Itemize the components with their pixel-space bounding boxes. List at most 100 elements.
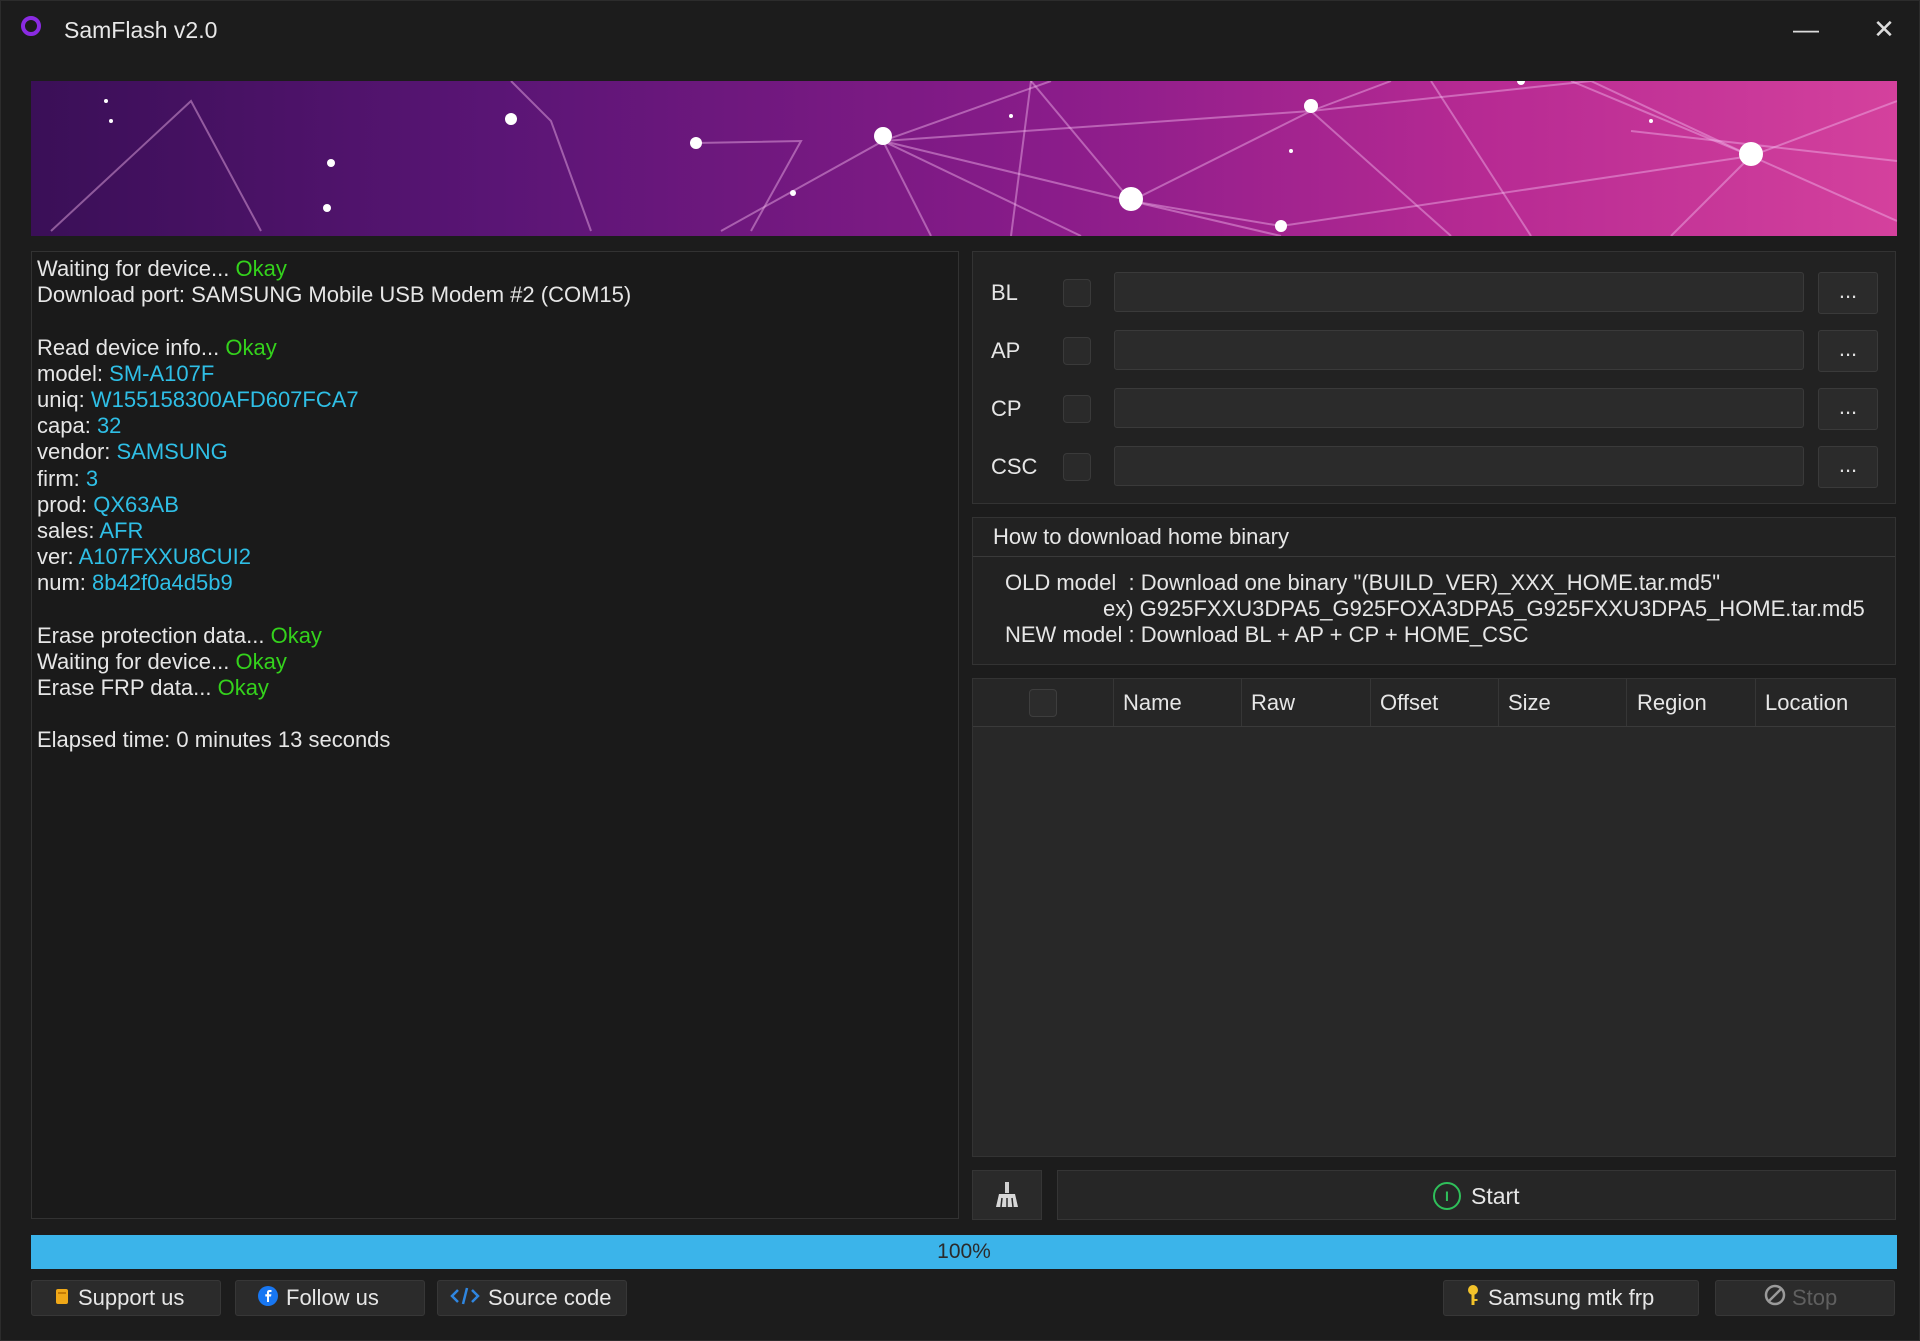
column-header-size[interactable]: Size: [1508, 690, 1551, 716]
clear-log-button[interactable]: [972, 1170, 1042, 1220]
log-text: Waiting for device...: [37, 256, 236, 281]
minimize-icon: —: [1793, 13, 1819, 44]
log-line: uniq: W155158300AFD607FCA7: [37, 387, 953, 413]
window-title: SamFlash v2.0: [64, 17, 218, 43]
bl-checkbox[interactable]: [1063, 279, 1091, 307]
log-text: Erase protection data...: [37, 622, 271, 648]
close-button[interactable]: ✕: [1861, 9, 1907, 49]
column-divider: [1370, 679, 1371, 726]
log-text: Read device info...: [37, 334, 226, 360]
log-field-label: uniq:: [37, 386, 91, 412]
log-field-label: firm:: [37, 465, 86, 491]
csc-path-field[interactable]: [1114, 446, 1804, 486]
log-text: Elapsed time: 0 minutes 13 seconds: [37, 727, 391, 753]
ap-path-field[interactable]: [1114, 330, 1804, 370]
ap-checkbox[interactable]: [1063, 337, 1091, 365]
title-bar: SamFlash v2.0 — ✕: [1, 1, 1920, 59]
log-status-ok: Okay: [217, 675, 269, 700]
log-status-ok: Okay: [235, 648, 287, 674]
log-text: Erase FRP data...: [37, 675, 218, 700]
column-header-offset[interactable]: Offset: [1380, 690, 1438, 716]
log-field-value: AFR: [99, 517, 144, 543]
minimize-button[interactable]: —: [1783, 9, 1829, 49]
firmware-label: CP: [991, 396, 1022, 421]
start-label: Start: [1471, 1183, 1520, 1209]
column-divider: [1755, 679, 1756, 726]
log-line: Waiting for device... Okay: [37, 256, 953, 282]
firmware-label: CSC: [991, 454, 1038, 479]
log-status-ok: Okay: [225, 334, 277, 360]
table-header: Name Raw Offset Size Region Location: [973, 679, 1895, 727]
samsung-mtk-frp-button[interactable]: Samsung mtk frp: [1443, 1280, 1699, 1316]
ap-browse-button[interactable]: ...: [1818, 330, 1878, 372]
column-divider: [1241, 679, 1242, 726]
log-field-value: 3: [85, 465, 99, 491]
follow-us-label: Follow us: [286, 1285, 379, 1310]
column-header-location[interactable]: Location: [1765, 690, 1848, 716]
bl-browse-button[interactable]: ...: [1818, 272, 1878, 314]
log-field-label: prod:: [37, 491, 94, 517]
log-line: prod: QX63AB: [37, 492, 953, 518]
help-example: ex) G925FXXU3DPA5_G925FOXA3DPA5_G925FXXU…: [1103, 596, 1865, 621]
log-line: sales: AFR: [37, 518, 953, 544]
support-us-label: Support us: [78, 1285, 185, 1310]
bl-path-field[interactable]: [1114, 272, 1804, 312]
log-field-label: capa:: [37, 413, 97, 439]
firmware-row-csc: CSC ...: [973, 444, 1895, 488]
firmware-row-cp: CP ...: [973, 386, 1895, 430]
log-field-value: SM-A107F: [109, 360, 215, 386]
log-field-value: A107FXXU8CUI2: [78, 544, 251, 570]
network-pattern-graphic: [50, 81, 1897, 236]
log-field-label: sales:: [37, 517, 100, 543]
log-line: num: 8b42f0a4d5b9: [37, 570, 953, 596]
log-line: Erase FRP data... Okay: [37, 675, 953, 701]
power-icon: I: [1433, 1182, 1461, 1210]
firmware-row-bl: BL ...: [973, 270, 1895, 314]
close-icon: ✕: [1873, 13, 1895, 44]
column-divider: [1113, 679, 1114, 726]
cp-path-field[interactable]: [1114, 388, 1804, 428]
log-field-value: W155158300AFD607FCA7: [90, 386, 359, 412]
support-us-button[interactable]: Support us: [31, 1280, 221, 1316]
progress-label: 100%: [937, 1240, 991, 1263]
cp-browse-button[interactable]: ...: [1818, 388, 1878, 430]
divider: [973, 556, 1895, 557]
app-logo-icon: [21, 16, 41, 36]
log-line: ver: A107FXXU8CUI2: [37, 544, 953, 570]
help-new-model: NEW model : Download BL + AP + CP + HOME…: [1005, 622, 1529, 647]
csc-browse-button[interactable]: ...: [1818, 446, 1878, 488]
follow-us-button[interactable]: Follow us: [235, 1280, 425, 1316]
log-field-value: 32: [96, 413, 122, 439]
select-all-checkbox[interactable]: [1029, 689, 1057, 717]
partition-table[interactable]: Name Raw Offset Size Region Location: [972, 678, 1896, 1157]
firmware-label: BL: [991, 280, 1018, 305]
stop-button[interactable]: Stop: [1715, 1280, 1895, 1316]
code-icon: [450, 1282, 480, 1316]
log-status-ok: Okay: [235, 256, 287, 281]
log-line: firm: 3: [37, 466, 953, 492]
log-line: Elapsed time: 0 minutes 13 seconds: [37, 727, 953, 753]
log-field-label: num:: [37, 570, 93, 596]
log-output-panel[interactable]: Waiting for device... Okay Download port:…: [31, 251, 959, 1219]
source-code-button[interactable]: Source code: [437, 1280, 627, 1316]
cp-checkbox[interactable]: [1063, 395, 1091, 423]
log-line: model: SM-A107F: [37, 361, 953, 387]
key-icon: [1466, 1282, 1480, 1316]
log-line: Erase protection data... Okay: [37, 623, 953, 649]
log-field-value: SAMSUNG: [116, 439, 228, 465]
start-button[interactable]: I Start: [1057, 1170, 1896, 1220]
stop-icon: [1764, 1282, 1786, 1316]
log-line: Read device info... Okay: [37, 335, 953, 361]
log-field-value: QX63AB: [93, 491, 179, 517]
log-field-value: 8b42f0a4d5b9: [92, 570, 233, 596]
column-header-region[interactable]: Region: [1637, 690, 1707, 716]
csc-checkbox[interactable]: [1063, 453, 1091, 481]
column-divider: [1626, 679, 1627, 726]
stop-label: Stop: [1792, 1285, 1838, 1310]
column-header-raw[interactable]: Raw: [1251, 690, 1295, 716]
column-header-name[interactable]: Name: [1123, 690, 1182, 716]
facebook-icon: [258, 1282, 278, 1316]
